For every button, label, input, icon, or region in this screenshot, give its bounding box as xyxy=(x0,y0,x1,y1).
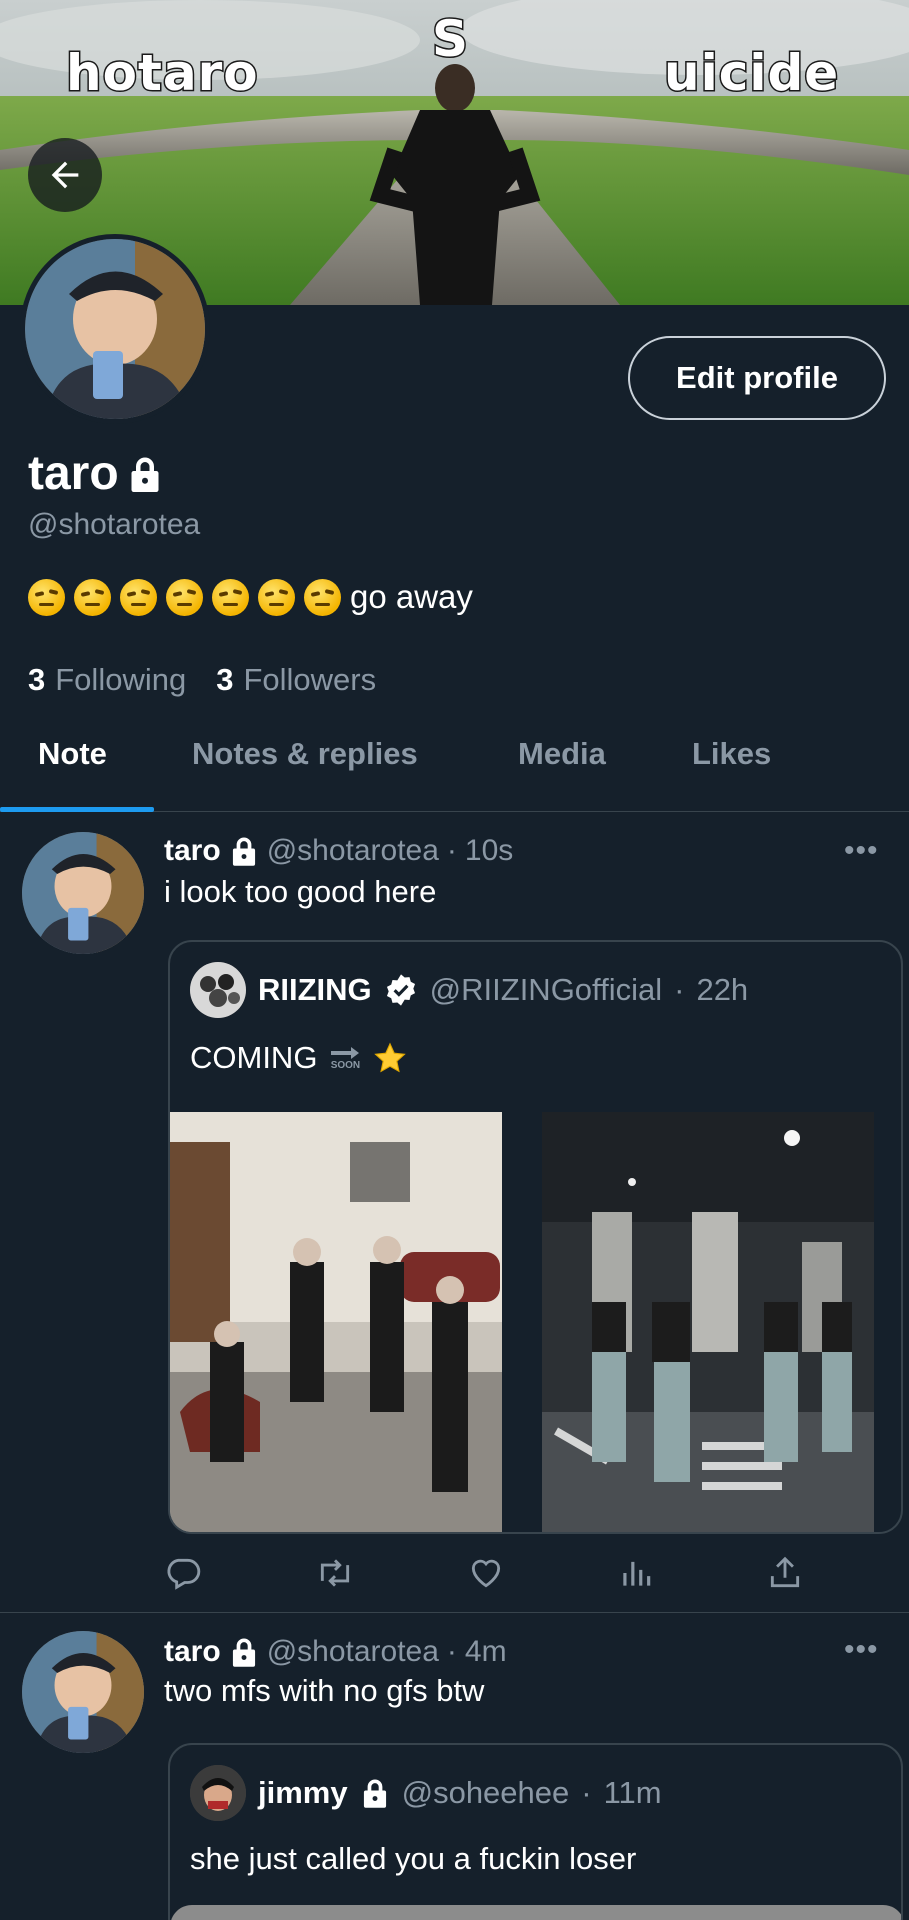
quoted-post-media xyxy=(170,1112,902,1532)
banner-overlay-text-right: uicide xyxy=(662,43,840,104)
more-options-icon[interactable]: ••• xyxy=(844,1633,879,1667)
post-text: i look too good here xyxy=(164,874,437,909)
post-time: 4m xyxy=(464,1635,507,1668)
followers-label: Followers xyxy=(243,662,377,697)
post-author-handle: @shotarotea xyxy=(266,834,439,867)
raised-eyebrow-face-icon xyxy=(120,578,157,616)
display-name-text: taro xyxy=(28,447,119,500)
raised-eyebrow-face-icon xyxy=(304,578,341,616)
post-item[interactable]: taro @shotarotea · 4m ••• two mfs with n… xyxy=(0,1613,909,1920)
post-text: two mfs with no gfs btw xyxy=(164,1673,485,1708)
quoted-post-text: COMING xyxy=(190,1040,318,1075)
post-time: 10s xyxy=(464,834,514,867)
lock-icon xyxy=(232,837,255,866)
post-header: taro @shotarotea · 10s xyxy=(164,834,513,868)
profile-bio: go away xyxy=(28,578,473,616)
separator-dot: · xyxy=(581,1775,592,1810)
post-author-avatar[interactable] xyxy=(22,1631,144,1753)
followers-link[interactable]: 3 Followers xyxy=(216,662,376,698)
views-icon[interactable] xyxy=(617,1554,655,1592)
tab-note[interactable]: Note xyxy=(38,736,107,772)
following-count: 3 xyxy=(28,662,46,697)
separator-dot: · xyxy=(446,834,457,867)
post-author-name[interactable]: taro xyxy=(164,834,221,868)
quoted-author-handle: @soheehee xyxy=(401,1775,570,1810)
separator-dot: · xyxy=(674,972,685,1007)
quoted-author-handle: @RIIZINGofficial xyxy=(429,972,663,1007)
avatar-photo xyxy=(22,832,144,954)
banner-overlay-text-center: S xyxy=(430,9,470,70)
soon-label: SOON xyxy=(330,1059,361,1071)
separator-dot: · xyxy=(446,1635,457,1668)
quoted-post-time: 22h xyxy=(696,972,749,1007)
quoted-post-time: 11m xyxy=(603,1775,662,1810)
avatar-photo xyxy=(190,1765,246,1821)
quoted-post[interactable]: RIIZING @RIIZINGofficial · 22h COMING SO… xyxy=(168,940,903,1534)
raised-eyebrow-face-icon xyxy=(212,578,249,616)
share-icon[interactable] xyxy=(766,1554,804,1592)
post-author-name[interactable]: taro xyxy=(164,1635,221,1669)
tab-media[interactable]: Media xyxy=(518,736,606,772)
soon-arrow-icon: SOON xyxy=(327,1046,363,1071)
follow-stats: 3 Following 3 Followers xyxy=(28,662,376,698)
followers-count: 3 xyxy=(216,662,234,697)
bio-text: go away xyxy=(350,578,473,615)
lock-icon xyxy=(232,1638,255,1667)
quoted-post-text-row: COMING SOON xyxy=(190,1040,407,1076)
avatar-photo xyxy=(22,1631,144,1753)
quoted-post-header: RIIZING @RIIZINGofficial · 22h xyxy=(190,962,748,1018)
avatar-photo xyxy=(190,962,246,1018)
post-item[interactable]: taro @shotarotea · 10s ••• i look too go… xyxy=(0,812,909,1612)
quoted-author-avatar xyxy=(190,1765,246,1821)
photo-group-room xyxy=(170,1112,502,1532)
lock-icon xyxy=(131,457,159,492)
quoted-post-header: jimmy @soheehee · 11m xyxy=(190,1765,662,1821)
photo-group-garage xyxy=(541,1112,874,1532)
tab-likes[interactable]: Likes xyxy=(692,736,771,772)
media-photo-1[interactable] xyxy=(170,1112,534,1532)
more-options-icon[interactable]: ••• xyxy=(844,834,879,868)
profile-tabs: Note Notes & replies Media Likes xyxy=(0,722,909,812)
raised-eyebrow-face-icon xyxy=(258,578,295,616)
raised-eyebrow-face-icon xyxy=(74,578,111,616)
edit-profile-button[interactable]: Edit profile xyxy=(628,336,886,420)
reply-icon[interactable] xyxy=(164,1554,202,1592)
post-actions xyxy=(164,1554,804,1592)
arrow-left-icon xyxy=(51,161,79,189)
raised-eyebrow-face-icon xyxy=(166,578,203,616)
following-label: Following xyxy=(55,662,187,697)
tab-notes-replies[interactable]: Notes & replies xyxy=(192,736,418,772)
profile-display-name: taro xyxy=(28,446,163,501)
lock-icon xyxy=(363,1779,386,1808)
media-photo-2[interactable] xyxy=(541,1112,902,1532)
avatar-photo xyxy=(25,239,205,419)
retweet-icon[interactable] xyxy=(314,1554,356,1592)
star-icon xyxy=(374,1042,407,1073)
quoted-author-avatar xyxy=(190,962,246,1018)
like-icon[interactable] xyxy=(467,1554,505,1592)
profile-handle: @shotarotea xyxy=(28,508,201,541)
banner-overlay-text-left: hotaro xyxy=(65,43,260,104)
following-link[interactable]: 3 Following xyxy=(28,662,186,698)
post-author-handle: @shotarotea xyxy=(266,1635,439,1668)
raised-eyebrow-face-icon xyxy=(28,578,65,616)
quoted-author-name: jimmy xyxy=(258,1775,348,1810)
quoted-author-name: RIIZING xyxy=(258,972,372,1007)
quoted-post-text: she just called you a fuckin loser xyxy=(190,1841,637,1876)
post-author-avatar[interactable] xyxy=(22,832,144,954)
profile-avatar[interactable] xyxy=(20,234,210,424)
back-button[interactable] xyxy=(28,138,102,212)
quoted-post-media[interactable] xyxy=(170,1905,901,1920)
post-header: taro @shotarotea · 4m xyxy=(164,1635,507,1669)
quoted-post[interactable]: jimmy @soheehee · 11m she just called yo… xyxy=(168,1743,903,1920)
verified-badge-icon xyxy=(386,974,415,1006)
